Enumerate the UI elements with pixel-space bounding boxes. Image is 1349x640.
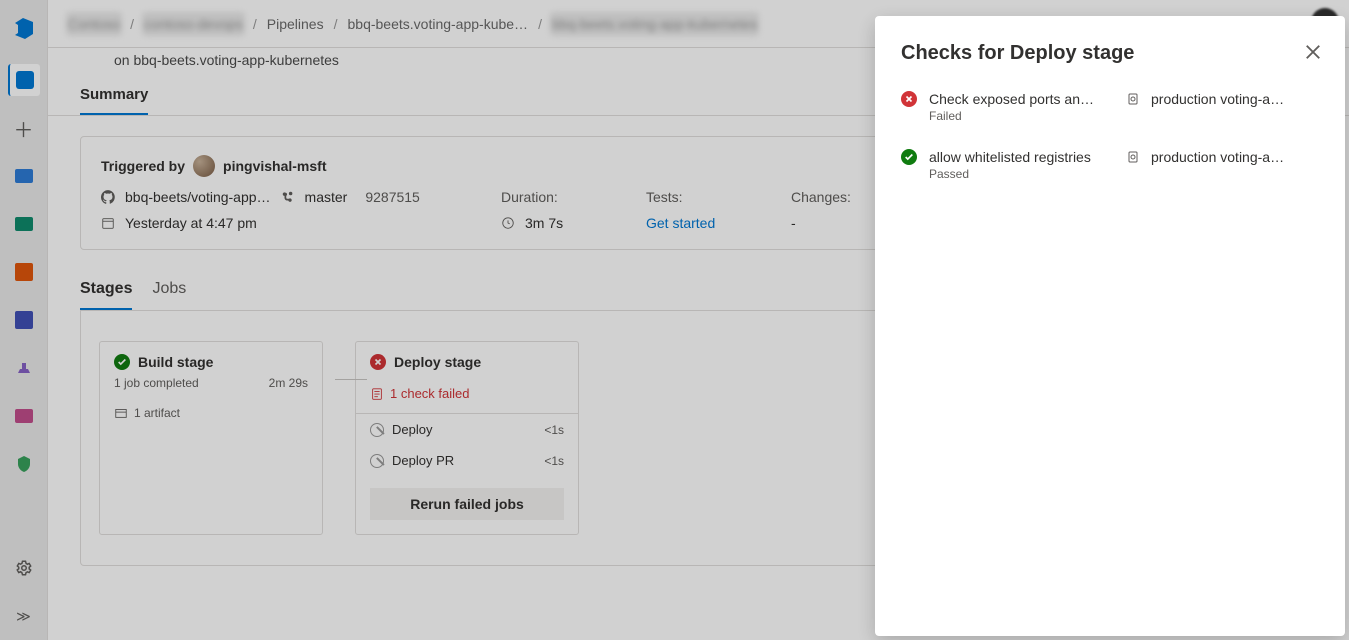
check-row-failed[interactable]: Check exposed ports and … Failed product… bbox=[901, 91, 1319, 123]
close-icon[interactable] bbox=[1303, 42, 1323, 62]
check-resource: production voting-a… bbox=[1151, 149, 1284, 165]
kubernetes-icon bbox=[1125, 149, 1141, 165]
check-status: Passed bbox=[929, 167, 1091, 181]
success-icon bbox=[901, 149, 917, 165]
kubernetes-icon bbox=[1125, 91, 1141, 107]
checks-panel: Checks for Deploy stage Check exposed po… bbox=[875, 16, 1345, 636]
failed-icon bbox=[901, 91, 917, 107]
check-name: Check exposed ports and … bbox=[929, 91, 1099, 107]
check-row-passed[interactable]: allow whitelisted registries Passed prod… bbox=[901, 149, 1319, 181]
check-name: allow whitelisted registries bbox=[929, 149, 1091, 165]
panel-title: Checks for Deploy stage bbox=[901, 42, 1319, 65]
check-resource: production voting-a… bbox=[1151, 91, 1284, 107]
check-status: Failed bbox=[929, 109, 1099, 123]
